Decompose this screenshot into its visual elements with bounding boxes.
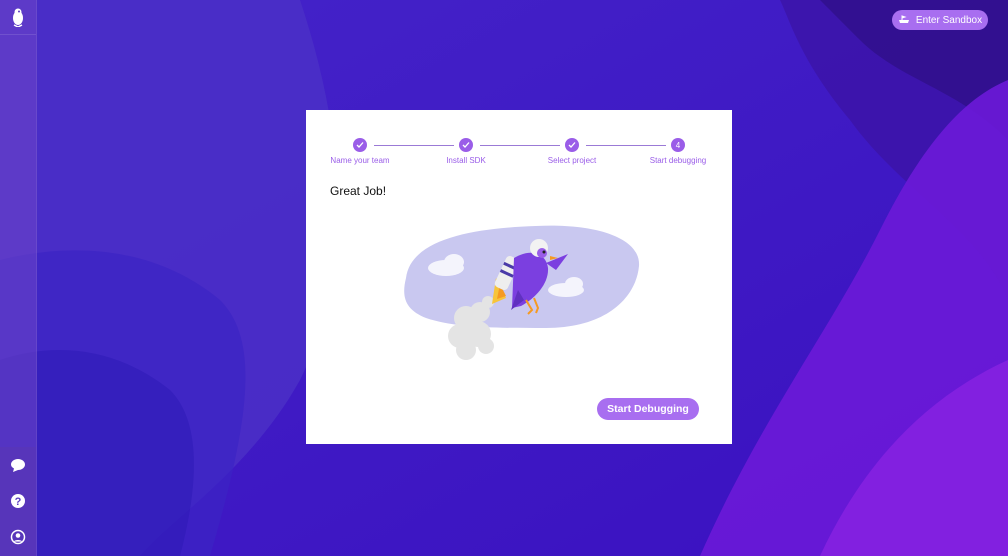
step-label: Install SDK (446, 156, 486, 165)
page-title: Great Job! (330, 184, 387, 198)
step-connector (480, 145, 560, 146)
user-icon[interactable] (8, 527, 28, 547)
onboarding-card: 4 Name your team Install SDK Select proj… (306, 110, 732, 444)
rocket-bird-illustration (404, 225, 640, 360)
step-2-check-icon[interactable] (459, 138, 473, 152)
bird-logo-icon[interactable] (0, 0, 36, 35)
step-connector (586, 145, 666, 146)
chat-icon[interactable] (8, 455, 28, 475)
step-4-marker[interactable]: 4 (671, 138, 685, 152)
sandbox-label: Enter Sandbox (915, 14, 983, 26)
sandbox-icon (898, 14, 910, 27)
help-icon[interactable]: ? (8, 491, 28, 511)
step-label: Select project (547, 156, 597, 165)
svg-text:?: ? (15, 496, 22, 508)
sidebar-bottom: ? (0, 447, 36, 556)
stepper: 4 Name your team Install SDK Select proj… (306, 124, 732, 165)
step-3-check-icon[interactable] (565, 138, 579, 152)
enter-sandbox-button[interactable]: Enter Sandbox (892, 10, 988, 30)
step-label: Name your team (330, 156, 390, 165)
step-1-check-icon[interactable] (353, 138, 367, 152)
step-label: Start debugging (649, 156, 707, 165)
step-connector (374, 145, 454, 146)
sidebar: ? (0, 0, 37, 556)
start-debugging-button[interactable]: Start Debugging (597, 398, 699, 420)
